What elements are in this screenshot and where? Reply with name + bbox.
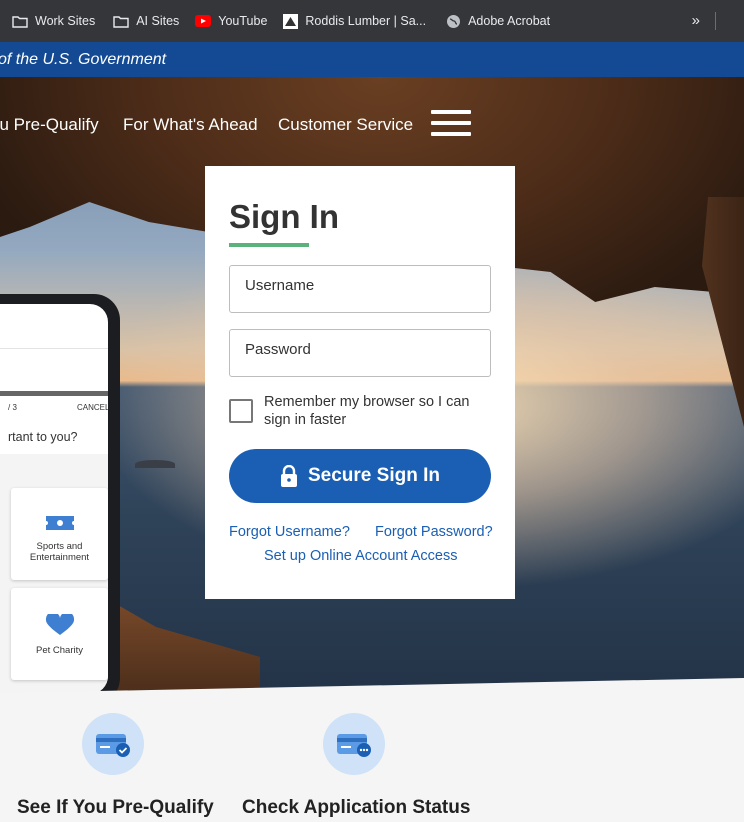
bookmark-label: YouTube [218,14,268,28]
phone-progress-bar [0,391,108,396]
bookmark-label: Work Sites [35,14,96,28]
government-banner: of the U.S. Government [0,42,744,77]
bookmark-label: AI Sites [136,14,180,28]
bookmark-roddis-lumber[interactable]: Roddis Lumber | Sa... [283,0,426,42]
ticket-icon [45,516,74,530]
feature-pre-qualify-title[interactable]: See If You Pre-Qualify [17,797,214,819]
folder-icon [113,15,129,28]
globe-icon [447,14,461,28]
password-field[interactable] [229,329,491,377]
bookmarks-divider [715,12,716,30]
nav-pre-qualify[interactable]: ou Pre-Qualify [0,112,99,138]
bookmark-label: Roddis Lumber | Sa... [305,14,427,28]
title-underline [229,243,309,247]
feature-application-status-title[interactable]: Check Application Status [242,797,470,819]
phone-step-count: / 3 [8,403,17,412]
password-input[interactable] [230,330,490,376]
phone-card-sports: Sports and Entertainment [11,488,108,580]
secure-sign-in-button[interactable]: Secure Sign In [229,449,491,503]
nav-customer-service[interactable]: Customer Service [278,112,413,138]
phone-card-label: Pet Charity [36,645,83,656]
phone-header [0,304,108,349]
username-input[interactable] [230,266,490,312]
site-icon [283,13,299,29]
bookmark-label: Adobe Acrobat [468,14,551,28]
secure-sign-in-label: Secure Sign In [308,465,440,486]
remember-browser-checkbox[interactable] [229,399,253,423]
sign-in-title: Sign In [229,198,339,235]
heart-icon [45,611,74,635]
island-silhouette [135,460,175,468]
card-pending-glyph [337,734,371,757]
bookmark-adobe-acrobat[interactable]: Adobe Acrobat [446,0,550,42]
card-pending-icon[interactable] [323,713,385,775]
phone-card-label: Sports and Entertainment [29,541,90,563]
government-banner-text: of the U.S. Government [0,51,167,68]
setup-online-access-link[interactable]: Set up Online Account Access [264,548,457,564]
nav-whats-ahead[interactable]: For What's Ahead [123,112,258,138]
phone-screen: / 3 CANCEL rtant to you? Sports and Ente… [0,304,108,694]
card-check-glyph [96,734,130,757]
phone-mockup: / 3 CANCEL rtant to you? Sports and Ente… [0,294,120,697]
remember-browser-label[interactable]: Remember my browser so I can sign in fas… [264,393,494,429]
forgot-password-link[interactable]: Forgot Password? [375,524,493,540]
more-bookmarks-icon[interactable]: » [692,12,700,29]
forgot-username-link[interactable]: Forgot Username? [229,524,350,540]
bookmarks-bar: Work Sites AI Sites YouTube Roddis Lumbe… [0,0,744,42]
bookmark-youtube[interactable]: YouTube [195,0,267,42]
bookmark-ai-sites[interactable]: AI Sites [113,0,179,42]
card-check-icon[interactable] [82,713,144,775]
folder-icon [12,15,28,28]
username-field[interactable] [229,265,491,313]
youtube-icon [195,15,212,27]
sign-in-card: Sign In Remember my browser so I can sig… [205,166,515,599]
hamburger-menu-icon[interactable] [431,110,471,136]
bookmark-work-sites[interactable]: Work Sites [12,0,95,42]
phone-card-pet-charity: Pet Charity [11,588,108,680]
lock-icon [281,465,297,487]
phone-cancel: CANCEL [77,403,108,412]
